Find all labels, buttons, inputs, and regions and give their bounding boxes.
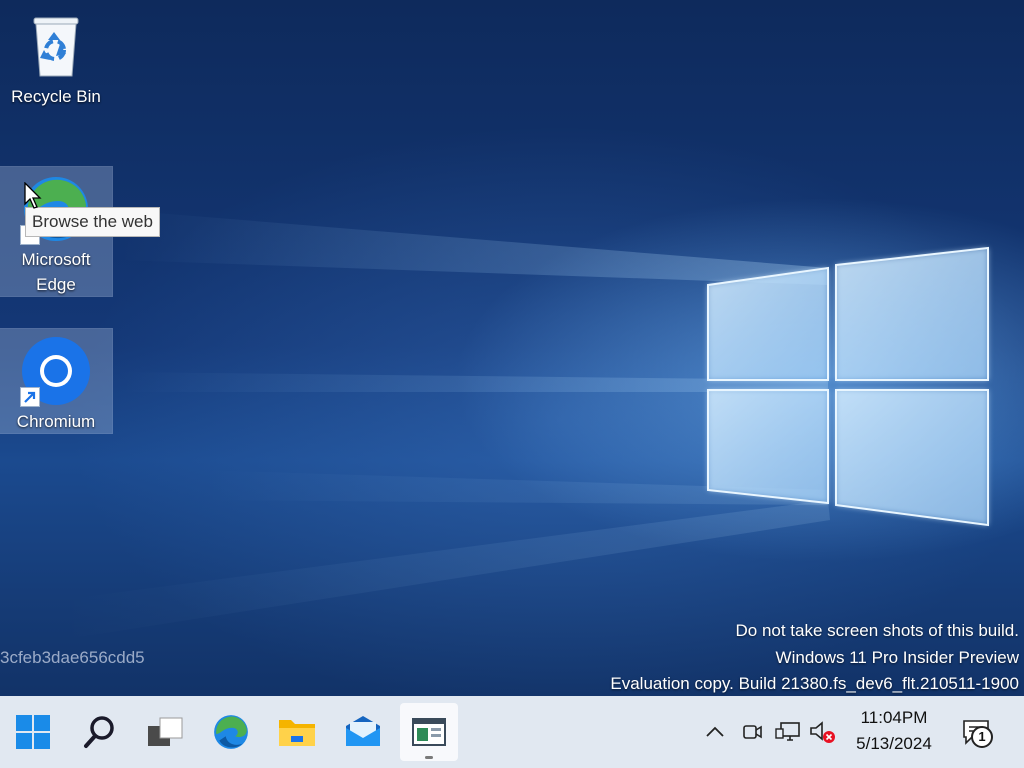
tooltip: Browse the web — [25, 207, 160, 237]
meet-now-icon — [743, 725, 762, 739]
network-button[interactable] — [772, 696, 804, 768]
mouse-cursor-icon — [24, 182, 42, 209]
recycle-bin-icon — [20, 10, 92, 82]
search-button[interactable] — [70, 703, 128, 761]
volume-button[interactable] — [806, 696, 838, 768]
taskbar: 11:04PM 5/13/2024 1 — [0, 696, 1024, 768]
desktop: Recycle Bin Microsoft Edge Chromium Brow… — [0, 0, 1024, 768]
notification-icon: 1 — [962, 719, 993, 748]
windows-start-icon — [16, 715, 50, 749]
notification-count-badge: 1 — [971, 726, 993, 748]
volume-muted-icon — [810, 721, 835, 743]
network-icon — [775, 722, 800, 741]
desktop-icon-chromium[interactable]: Chromium — [0, 328, 113, 434]
clock-date: 5/13/2024 — [856, 734, 932, 753]
app-window-icon — [412, 718, 446, 746]
shortcut-arrow-icon — [20, 387, 40, 407]
mail-icon — [346, 716, 380, 746]
watermark-line: Do not take screen shots of this build. — [735, 621, 1020, 640]
desktop-icon-label-line2: Edge — [36, 275, 76, 294]
clock-button[interactable]: 11:04PM 5/13/2024 — [846, 705, 942, 757]
search-icon — [84, 716, 114, 748]
desktop-icon-label: Chromium — [16, 412, 96, 431]
desktop-icon-label: Recycle Bin — [11, 87, 101, 106]
task-view-icon — [148, 717, 183, 746]
watermark-line: Evaluation copy. Build 21380.fs_dev6_flt… — [610, 674, 1019, 693]
taskbar-file-explorer-button[interactable] — [268, 703, 326, 761]
desktop-icon-label-line1: Microsoft — [21, 250, 91, 269]
evaluation-watermark: Do not take screen shots of this build. … — [610, 618, 1019, 698]
running-indicator — [425, 756, 433, 759]
taskbar-app-window-button[interactable] — [400, 703, 458, 761]
task-view-button[interactable] — [136, 703, 194, 761]
meet-now-button[interactable] — [738, 696, 766, 768]
clock-time: 11:04PM — [860, 708, 928, 727]
chromium-icon — [20, 335, 92, 407]
notification-center-button[interactable]: 1 — [954, 696, 998, 768]
build-id-text: 3cfeb3dae656cdd5 — [0, 648, 145, 667]
start-button[interactable] — [4, 703, 62, 761]
watermark-line: Windows 11 Pro Insider Preview — [775, 647, 1019, 667]
show-hidden-icons-button[interactable] — [700, 696, 730, 768]
desktop-icon-recycle-bin[interactable]: Recycle Bin — [0, 4, 112, 109]
chevron-up-icon — [706, 726, 724, 737]
file-explorer-icon — [279, 720, 315, 746]
edge-icon — [214, 715, 248, 749]
taskbar-mail-button[interactable] — [334, 703, 392, 761]
taskbar-edge-button[interactable] — [202, 703, 260, 761]
